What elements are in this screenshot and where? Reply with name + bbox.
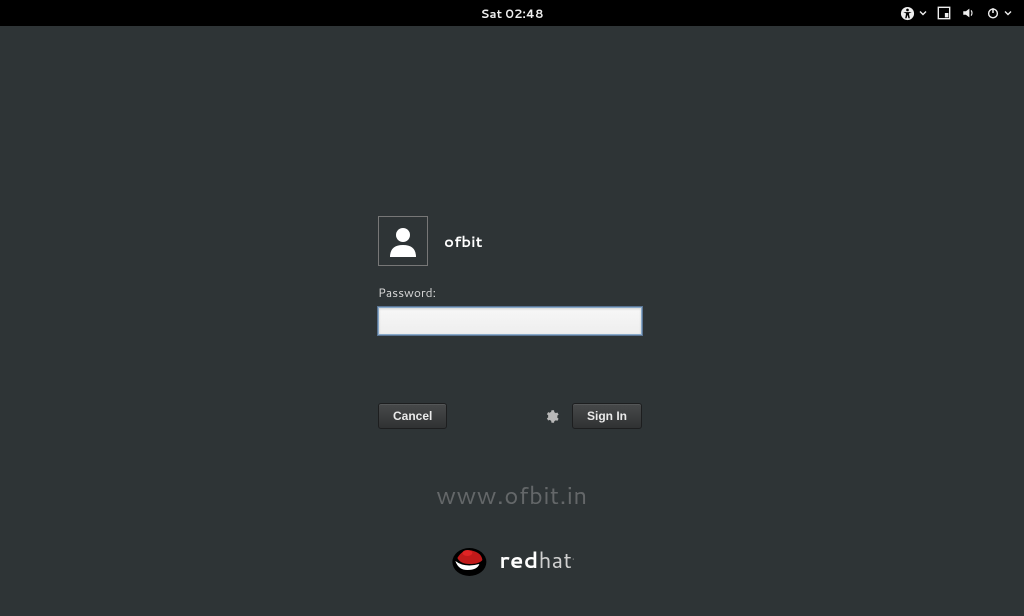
- password-input[interactable]: [378, 307, 642, 335]
- accessibility-icon: [900, 6, 915, 21]
- display-icon: [937, 6, 951, 20]
- clock-text: Sat 02:48: [480, 5, 543, 22]
- brand-light: hat: [539, 545, 573, 576]
- display-icon-button[interactable]: [937, 6, 951, 20]
- user-row: ofbit: [378, 216, 648, 266]
- login-form: ofbit Password: Cancel Sign In: [378, 216, 648, 429]
- power-menu[interactable]: [986, 6, 1012, 20]
- brand: redhat.: [449, 540, 574, 580]
- watermark-text: www.ofbit.in: [436, 478, 587, 512]
- top-right-icons: [900, 0, 1024, 26]
- volume-button[interactable]: [961, 6, 976, 20]
- avatar: [378, 216, 428, 266]
- clock[interactable]: Sat 02:48: [480, 0, 543, 26]
- brand-tm: .: [572, 550, 575, 562]
- chevron-down-icon: [1004, 9, 1012, 17]
- signin-button[interactable]: Sign In: [572, 403, 642, 429]
- redhat-logo-icon: [449, 540, 489, 580]
- session-options-button[interactable]: [540, 405, 562, 427]
- person-icon: [385, 223, 421, 259]
- button-row: Cancel Sign In: [378, 403, 642, 429]
- password-label: Password:: [378, 284, 648, 301]
- chevron-down-icon: [919, 9, 927, 17]
- brand-bold: red: [499, 545, 538, 576]
- power-icon: [986, 6, 1000, 20]
- username-label: ofbit: [444, 231, 482, 252]
- brand-text: redhat.: [499, 545, 574, 576]
- gear-icon: [544, 409, 559, 424]
- accessibility-menu[interactable]: [900, 6, 927, 21]
- volume-icon: [961, 6, 976, 20]
- top-panel: Sat 02:48: [0, 0, 1024, 26]
- cancel-button[interactable]: Cancel: [378, 403, 447, 429]
